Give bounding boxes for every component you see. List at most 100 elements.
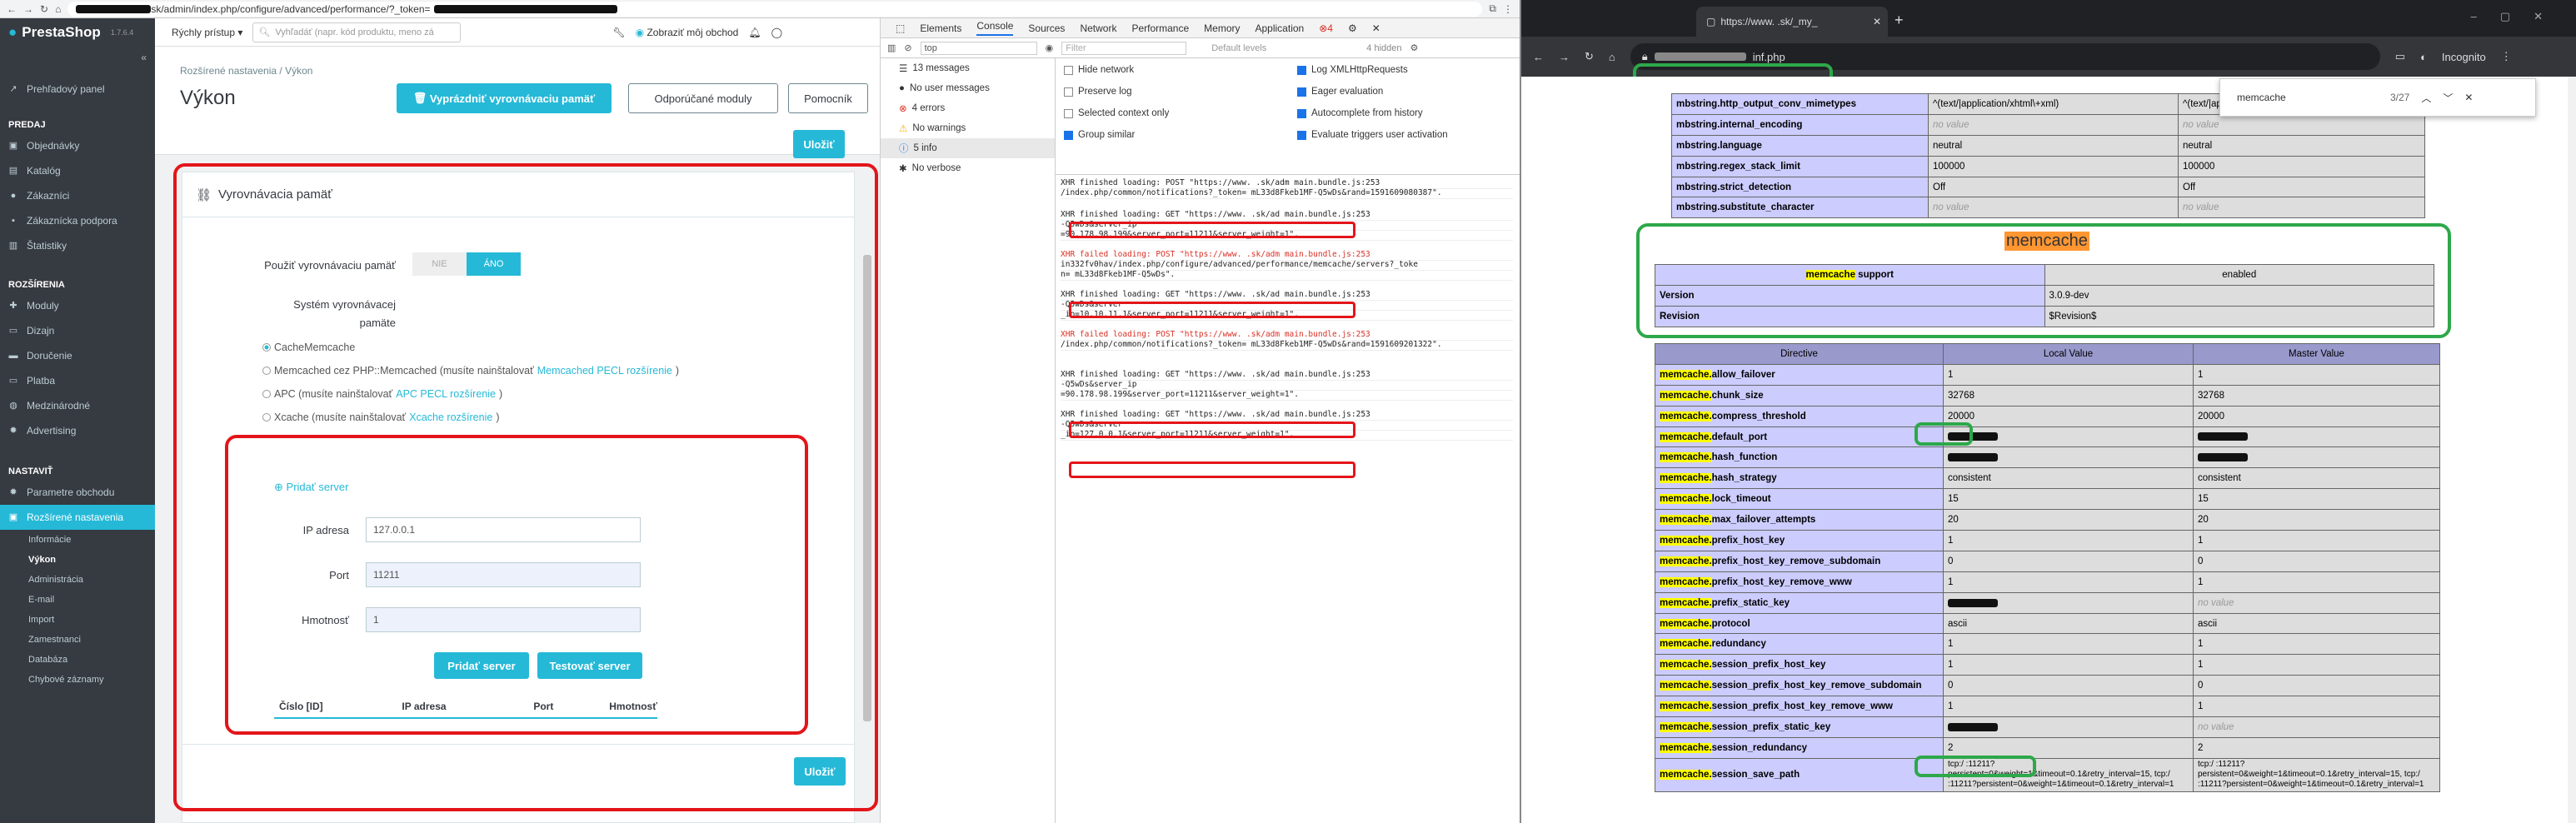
back-icon[interactable]: ← <box>1533 51 1544 63</box>
selected-context-option[interactable]: Selected context only <box>1064 108 1169 118</box>
sidebar-item-modules[interactable]: ✚ Moduly <box>0 293 155 318</box>
sidebar-sub-performance[interactable]: Výkon <box>0 550 155 570</box>
sidebar-sub-database[interactable]: Databáza <box>0 650 155 670</box>
checkbox[interactable] <box>1297 108 1306 118</box>
find-next-icon[interactable]: ﹀ <box>2443 91 2453 105</box>
menu-icon[interactable]: ⋮ <box>2501 50 2512 63</box>
preserve-log-option[interactable]: Preserve log <box>1064 87 1132 97</box>
checkbox[interactable] <box>1297 87 1306 97</box>
levels-select[interactable]: Default levels <box>1211 43 1266 53</box>
new-tab-icon[interactable]: + <box>1895 12 1904 29</box>
messages-filter[interactable]: ☰ 13 messages <box>881 58 1055 78</box>
show-store-link[interactable]: ◉ Zobraziť môj obchod <box>636 27 739 38</box>
tab-elements[interactable]: Elements <box>920 22 961 34</box>
recommended-modules-button[interactable]: Odporúčané moduly <box>628 83 778 113</box>
puffin-logo-icon: ● <box>8 24 17 40</box>
eval-triggers-option[interactable]: Evaluate triggers user activation <box>1297 130 1448 140</box>
cast-icon[interactable]: ▭ <box>2395 50 2405 63</box>
admin-search-input[interactable]: 🔍︎ Vyhľadáť (napr. kód produktu, meno zá <box>252 22 462 42</box>
eye-icon[interactable]: ◉ <box>1046 42 1054 53</box>
local-cell: Off <box>1928 176 2179 198</box>
sidebar-item-support[interactable]: ▪ Zákaznícka podpora <box>0 208 155 233</box>
url-field[interactable]: sk/admin/index.php/configure/advanced/pe… <box>67 1 1483 17</box>
forward-icon[interactable]: → <box>23 3 33 15</box>
find-prev-icon[interactable]: ︿ <box>2421 91 2431 105</box>
collapse-sidebar-icon[interactable]: « <box>0 47 155 68</box>
sidebar-item-shipping[interactable]: ▬ Doručenie <box>0 343 155 368</box>
gear-icon[interactable]: ⚙︎ <box>1348 22 1357 34</box>
sidebar-item-catalog[interactable]: ▤ Katalóg <box>0 158 155 183</box>
sidebar-sub-import[interactable]: Import <box>0 610 155 630</box>
find-input[interactable]: memcache <box>2237 92 2379 103</box>
sidebar-item-stats[interactable]: ▥ Štatistiky <box>0 233 155 258</box>
sidebar-sub-info[interactable]: Informácie <box>0 530 155 550</box>
sidebar-toggle-icon[interactable]: ▥ <box>887 42 896 53</box>
notifications-icon[interactable]: 🔔︎ <box>748 27 761 38</box>
sidebar-item-payment[interactable]: ▭ Platba <box>0 368 155 393</box>
clear-cache-button[interactable]: 🗑︎ Vyprázdniť vyrovnávaciu pamäť <box>397 83 612 113</box>
sidebar-item-dashboard[interactable]: ↗ Prehľadový panel <box>0 77 155 102</box>
eager-eval-option[interactable]: Eager evaluation <box>1297 87 1383 97</box>
clear-console-icon[interactable]: ⊘ <box>904 42 911 53</box>
scrollbar[interactable] <box>2568 77 2576 823</box>
tab-network[interactable]: Network <box>1080 22 1116 34</box>
tab-application[interactable]: Application <box>1256 22 1305 34</box>
tab-performance[interactable]: Performance <box>1131 22 1189 34</box>
settings-icon[interactable]: ⚙︎ <box>1410 42 1419 53</box>
sidebar-item-advanced[interactable]: ▣ Rozšírené nastavenia <box>0 505 155 530</box>
inspect-icon[interactable]: ⬚ <box>896 22 905 34</box>
console-filter-input[interactable]: Filter <box>1061 41 1187 55</box>
checkbox[interactable] <box>1064 108 1073 118</box>
checkbox[interactable] <box>1297 130 1306 140</box>
checkbox[interactable] <box>1064 130 1073 140</box>
sidebar-item-international[interactable]: ◍ Medzinárodné <box>0 393 155 418</box>
sidebar-sub-employees[interactable]: Zamestnanci <box>0 630 155 650</box>
errors-filter[interactable]: ⊗ 4 errors <box>881 98 1055 118</box>
tab-memory[interactable]: Memory <box>1204 22 1240 34</box>
find-close-icon[interactable]: ✕ <box>2464 92 2473 103</box>
home-icon[interactable]: ⌂ <box>1609 51 1615 63</box>
sidebar-item-shop-params[interactable]: ✹ Parametre obchodu <box>0 480 155 505</box>
sidebar-item-design[interactable]: ▭ Dizajn <box>0 318 155 343</box>
group-similar-option[interactable]: Group similar <box>1064 130 1135 140</box>
wrench-icon[interactable]: 🔧︎ <box>612 27 625 38</box>
back-icon[interactable]: ← <box>7 3 17 15</box>
quick-access-menu[interactable]: Rýchly prístup ▾ <box>172 27 242 38</box>
verbose-filter[interactable]: ✱ No verbose <box>881 158 1055 178</box>
tab-sources[interactable]: Sources <box>1028 22 1065 34</box>
save-button-top[interactable]: Uložiť <box>793 130 845 158</box>
prestashop-logo[interactable]: ● PrestaShop 1.7.6.4 <box>0 18 155 47</box>
checkbox[interactable] <box>1064 65 1073 75</box>
menu-icon[interactable]: ⋮ <box>1503 3 1513 15</box>
active-tab[interactable]: ▢ https://www. .sk/_my_ ✕ <box>1696 7 1888 37</box>
sidebar-sub-email[interactable]: E-mail <box>0 590 155 610</box>
tab-console[interactable]: Console <box>976 20 1014 36</box>
context-select[interactable]: top <box>920 41 1037 55</box>
user-messages-filter[interactable]: ● No user messages <box>881 78 1055 98</box>
sidebar-item-customers[interactable]: ● Zákazníci <box>0 183 155 208</box>
directive-cell: memcache.redundancy <box>1655 633 1944 656</box>
help-button[interactable]: Pomocník <box>788 83 868 113</box>
sidebar-item-orders[interactable]: ▣ Objednávky <box>0 133 155 158</box>
sidebar-sub-administration[interactable]: Administrácia <box>0 570 155 590</box>
autocomplete-option[interactable]: Autocomplete from history <box>1297 108 1423 118</box>
forward-icon[interactable]: → <box>1559 51 1570 63</box>
info-filter[interactable]: ⓘ 5 info <box>881 138 1055 158</box>
directive-cell: memcache.default_port <box>1655 426 1944 448</box>
error-count-badge[interactable]: ⊗4 <box>1319 22 1333 34</box>
warnings-filter[interactable]: ⚠︎ No warnings <box>881 118 1055 138</box>
close-tab-icon[interactable]: ✕ <box>1873 16 1888 27</box>
log-xhr-option[interactable]: Log XMLHttpRequests <box>1297 65 1408 75</box>
close-icon[interactable]: ✕ <box>1372 22 1380 34</box>
checkbox[interactable] <box>1297 65 1306 75</box>
reload-icon[interactable]: ↻ <box>40 3 48 15</box>
hide-network-option[interactable]: Hide network <box>1064 65 1134 75</box>
sidebar-item-advertising[interactable]: ✹ Advertising <box>0 418 155 443</box>
extensions-icon[interactable]: ⧉ <box>1489 2 1496 15</box>
sidebar-sub-logs[interactable]: Chybové záznamy <box>0 670 155 690</box>
window-controls[interactable]: –▢✕ <box>2471 10 2566 23</box>
home-icon[interactable]: ⌂ <box>55 3 61 15</box>
reload-icon[interactable]: ↻ <box>1585 50 1594 63</box>
account-icon[interactable]: ◯ <box>771 27 782 38</box>
checkbox[interactable] <box>1064 87 1073 97</box>
